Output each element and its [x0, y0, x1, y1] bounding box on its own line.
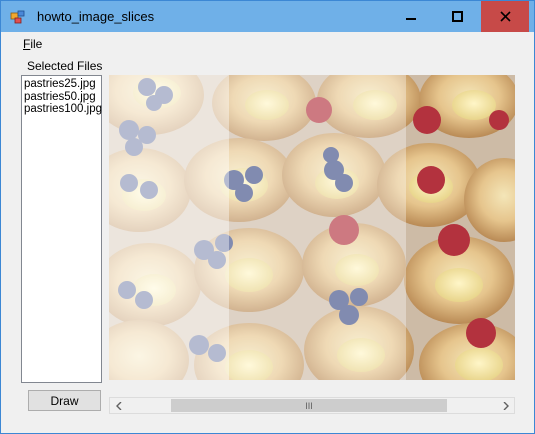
- scrollbar-thumb[interactable]: III: [171, 399, 447, 412]
- list-item[interactable]: pastries50.jpg: [22, 91, 101, 104]
- maximize-icon: [451, 11, 463, 22]
- title-bar[interactable]: howto_image_slices: [1, 1, 534, 32]
- horizontal-scrollbar[interactable]: III: [109, 397, 515, 414]
- selected-files-listbox[interactable]: pastries25.jpg pastries50.jpg pastries10…: [21, 75, 102, 383]
- app-icon[interactable]: [10, 9, 26, 25]
- minimize-button[interactable]: [388, 1, 434, 32]
- menu-file[interactable]: File: [23, 37, 42, 51]
- slice-50: [229, 75, 406, 380]
- selected-files-label: Selected Files: [27, 59, 103, 73]
- scroll-right-button[interactable]: [497, 398, 514, 413]
- list-item[interactable]: pastries100.jpg: [22, 103, 102, 116]
- pastries-image: [109, 75, 515, 380]
- close-button[interactable]: [481, 1, 529, 32]
- draw-button[interactable]: Draw: [28, 390, 101, 411]
- list-item[interactable]: pastries25.jpg: [22, 78, 101, 91]
- menu-bar: File: [1, 32, 534, 54]
- chevron-left-icon: [115, 401, 121, 410]
- app-window: howto_image_slices File Selected Files p…: [0, 0, 535, 434]
- image-preview: [109, 75, 515, 380]
- close-icon: [499, 11, 511, 22]
- scrollbar-grip: III: [305, 400, 313, 411]
- maximize-button[interactable]: [434, 1, 480, 32]
- menu-file-label: ile: [30, 37, 43, 51]
- slice-25: [109, 75, 229, 380]
- minimize-icon: [406, 17, 416, 20]
- scroll-left-button[interactable]: [110, 398, 127, 413]
- window-title: howto_image_slices: [37, 9, 155, 24]
- chevron-right-icon: [503, 401, 509, 410]
